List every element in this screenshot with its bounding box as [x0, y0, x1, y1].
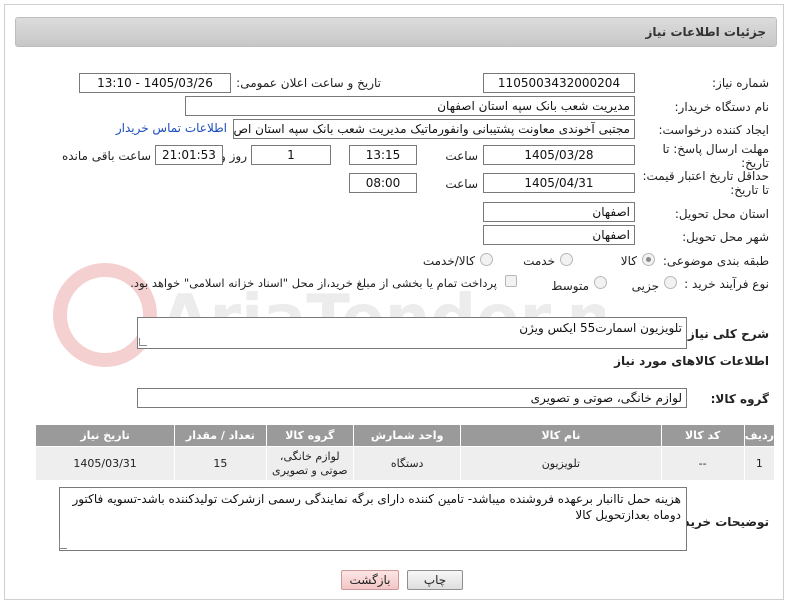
goods-table-header: ردیف کد کالا نام کالا واحد شمارش گروه کا… [34, 424, 776, 447]
category-service-label: خدمت [523, 254, 555, 268]
price-validity-label: حداقل تاریخ اعتبار قیمت: تا تاریخ: [642, 169, 769, 197]
city-label: شهر محل تحویل: [682, 230, 769, 244]
buyer-notes-text: هزینه حمل تاانبار برعهده فروشنده میباشد-… [72, 492, 681, 522]
table-row: 1 -- تلویزیون دستگاه لوازم خانگی، صوتی و… [34, 446, 776, 481]
cell-row: 1 [743, 446, 776, 481]
category-service-radio[interactable] [560, 253, 573, 266]
category-goods-label: کالا [620, 254, 637, 268]
category-goods-service-radio[interactable] [480, 253, 493, 266]
price-date-field: 1405/04/31 [483, 173, 635, 193]
city-field: اصفهان [483, 225, 635, 245]
days-field: 1 [251, 145, 331, 165]
description-text: تلویزیون اسمارت55 ایکس ویژن [519, 321, 682, 335]
col-unit: واحد شمارش [352, 424, 462, 447]
purchase-type-label: نوع فرآیند خرید : [684, 277, 769, 291]
goods-section-title: اطلاعات کالاهای مورد نیاز [614, 354, 769, 368]
buyer-org-field: مدیریت شعب بانک سپه استان اصفهان [185, 96, 635, 116]
print-button[interactable]: چاپ [407, 570, 463, 590]
purchase-partial-radio[interactable] [664, 276, 677, 289]
category-label: طبقه بندی موضوعی: [662, 254, 769, 268]
goods-table: ردیف کد کالا نام کالا واحد شمارش گروه کا… [34, 424, 776, 481]
col-quantity: تعداد / مقدار [174, 424, 267, 447]
deadline-label: مهلت ارسال پاسخ: تا تاریخ: [662, 142, 769, 170]
cell-code: -- [660, 446, 745, 481]
col-code: کد کالا [660, 424, 745, 447]
province-field: اصفهان [483, 202, 635, 222]
back-button[interactable]: بازگشت [341, 570, 399, 590]
requester-field: مجتبی آخوندی معاونت پشتیبانی وانفورماتیک… [233, 119, 635, 139]
purchase-medium-radio[interactable] [594, 276, 607, 289]
page-title: جزئیات اطلاعات نیاز [645, 25, 766, 39]
treasury-note: پرداخت تمام یا بخشی از مبلغ خرید،از محل … [130, 276, 497, 290]
col-row: ردیف [743, 424, 776, 447]
purchase-medium-label: متوسط [551, 279, 589, 293]
requester-label: ایجاد کننده درخواست: [658, 123, 769, 137]
col-name: نام کالا [460, 424, 662, 447]
price-time-label: ساعت [445, 177, 478, 191]
purchase-partial-label: جزیی [631, 279, 659, 293]
cell-unit: دستگاه [352, 446, 462, 481]
cell-need-date: 1405/03/31 [34, 446, 176, 481]
buyer-notes-resize-handle[interactable] [59, 541, 67, 549]
announce-field: 1405/03/26 - 13:10 [79, 73, 231, 93]
category-goods-radio[interactable] [642, 253, 655, 266]
buyer-org-label: نام دستگاه خریدار: [674, 100, 770, 114]
cell-group: لوازم خانگی، صوتی و تصویری [265, 446, 355, 481]
remaining-time-field: 21:01:53 [155, 145, 223, 165]
description-field: تلویزیون اسمارت55 ایکس ویژن [137, 317, 687, 349]
col-need-date: تاریخ نیاز [34, 424, 176, 447]
deadline-time-label: ساعت [445, 149, 478, 163]
goods-group-label: گروه کالا: [710, 392, 769, 406]
province-label: استان محل تحویل: [674, 207, 769, 221]
panel-header: جزئیات اطلاعات نیاز [15, 17, 777, 47]
goods-group-field: لوازم خانگی، صوتی و تصویری [137, 388, 687, 408]
price-time-field: 08:00 [349, 173, 417, 193]
watermark-logo: AriaTender.net [53, 263, 605, 367]
category-goods-service-label: کالا/خدمت [422, 254, 475, 268]
days-label: روز و [220, 149, 247, 163]
announce-label: تاریخ و ساعت اعلان عمومی: [236, 76, 381, 90]
buyer-notes-field: هزینه حمل تاانبار برعهده فروشنده میباشد-… [59, 487, 687, 551]
deadline-date-field: 1405/03/28 [483, 145, 635, 165]
deadline-time-field: 13:15 [349, 145, 417, 165]
contact-buyer-link[interactable]: اطلاعات تماس خریدار [116, 121, 227, 135]
treasury-checkbox[interactable] [505, 275, 517, 287]
details-panel: AriaTender.net جزئیات اطلاعات نیاز شماره… [4, 4, 784, 600]
description-label: شرح کلی نیاز: [683, 327, 769, 341]
cell-name: تلویزیون [460, 446, 662, 481]
need-number-field: 1105003432000204 [483, 73, 635, 93]
col-group: گروه کالا [265, 424, 355, 447]
cell-quantity: 15 [174, 446, 267, 481]
description-resize-handle[interactable] [139, 338, 147, 346]
remaining-label: ساعت باقی مانده [61, 149, 151, 163]
need-number-label: شماره نیاز: [712, 76, 769, 90]
